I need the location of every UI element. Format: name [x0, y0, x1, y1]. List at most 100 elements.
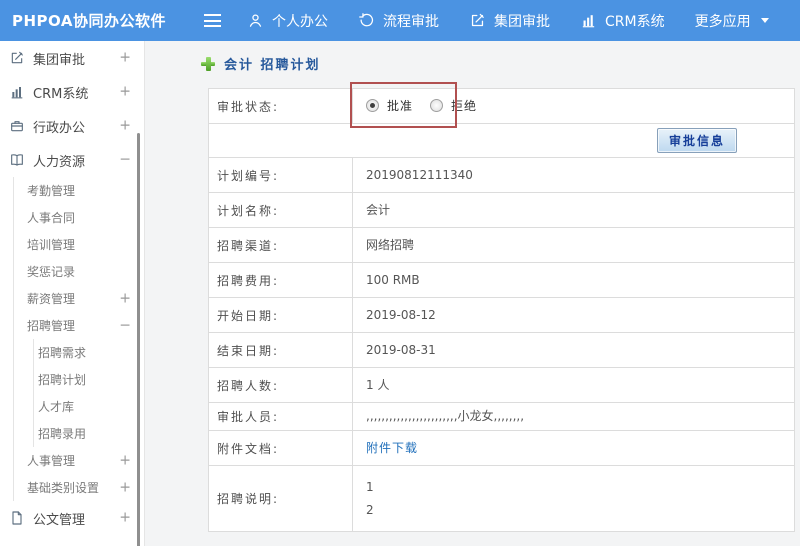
nav-crm-system[interactable]: CRM系统 [580, 11, 665, 31]
edit-icon [469, 12, 486, 29]
field-label: 附件文档: [209, 431, 353, 465]
sidebar-item-document[interactable]: 公文管理 + [0, 501, 144, 535]
field-label: 审批状态: [209, 89, 353, 123]
field-label: 计划编号: [209, 158, 353, 192]
sidebar-item-label: 集团审批 [33, 52, 86, 68]
plus-icon [201, 56, 215, 71]
field-value: 2019-08-31 [366, 342, 436, 357]
field-value: 100 RMB [366, 272, 420, 287]
top-nav: 个人办公 流程审批 集团审批 CRM系统 更多应用 [247, 11, 799, 31]
attachment-download-link[interactable]: 附件下载 [366, 437, 418, 460]
book-icon [9, 152, 25, 168]
sidebar-item-label: 培训管理 [27, 238, 76, 252]
sidebar-item-label: 招聘录用 [38, 427, 87, 441]
sidebar-item-crm[interactable]: CRM系统 + [0, 75, 144, 109]
table-row: 招聘人数: 1 人 [209, 368, 794, 403]
menu-toggle-icon[interactable] [204, 14, 221, 27]
sidebar-item-label: 人力资源 [33, 154, 86, 170]
field-label: 结束日期: [209, 333, 353, 367]
sidebar-item-recruit-demand[interactable]: 招聘需求 [0, 339, 144, 366]
nav-personal-office[interactable]: 个人办公 [247, 11, 328, 31]
nav-more-apps[interactable]: 更多应用 [695, 11, 769, 31]
sidebar-item-label: 人事管理 [27, 454, 76, 468]
top-header: PHPOA协同办公软件 个人办公 流程审批 集团审批 CRM系统 更多应用 [0, 0, 800, 41]
bar-chart-icon [580, 12, 597, 29]
nav-label: 集团审批 [494, 13, 550, 30]
table-row: 计划编号: 20190812111340 [209, 158, 794, 193]
sidebar-item-training[interactable]: 培训管理 [0, 231, 144, 258]
sidebar-item-label: 公文管理 [33, 512, 86, 528]
sidebar-menu: 集团审批 + CRM系统 + 行政办公 + 人力资源 − 考勤管理人事合同培训管理奖惩记录薪资管… [0, 41, 144, 546]
sidebar-item-talent-pool[interactable]: 人才库 [0, 393, 144, 420]
app-logo: PHPOA协同办公软件 [12, 12, 166, 30]
sidebar-item-label: 考勤管理 [27, 184, 76, 198]
table-row: 结束日期: 2019-08-31 [209, 333, 794, 368]
sidebar-item-attendance[interactable]: 考勤管理 [0, 177, 144, 204]
sidebar-item-salary[interactable]: 薪资管理 + [0, 285, 144, 312]
nav-workflow-approval[interactable]: 流程审批 [358, 11, 439, 31]
sidebar-item-personnel[interactable]: 人事管理 + [0, 447, 144, 474]
expand-icon[interactable]: + [119, 480, 131, 494]
radio-circle-icon[interactable] [366, 99, 379, 113]
expand-icon[interactable]: + [119, 85, 131, 99]
nav-label: 个人办公 [272, 13, 328, 30]
sidebar-item-vehicle[interactable]: 用车管理+ [0, 535, 144, 546]
breadcrumb: 会计 招聘计划 [201, 54, 321, 73]
field-label: 招聘费用: [209, 263, 353, 297]
sidebar-item-label: 招聘管理 [27, 319, 76, 333]
sidebar-item-recruit-plan[interactable]: 招聘计划 [0, 366, 144, 393]
expand-icon[interactable]: + [119, 51, 131, 65]
sidebar-item-recruit[interactable]: 招聘管理 − [0, 312, 144, 339]
field-value: 2019-08-12 [366, 307, 436, 322]
field-value: 网络招聘 [366, 237, 415, 252]
field-label: 计划名称: [209, 193, 353, 227]
main-content: 会计 招聘计划 审批状态: 批准 拒绝 审批信息 计划编号: 20190812111… [146, 41, 800, 546]
status-options: 批准 拒绝 [353, 89, 794, 123]
sidebar-item-group-approval[interactable]: 集团审批 + [0, 41, 144, 75]
nav-label: CRM系统 [605, 13, 665, 30]
collapse-icon[interactable]: − [119, 318, 131, 332]
field-label: 开始日期: [209, 298, 353, 332]
field-label: 招聘渠道: [209, 228, 353, 262]
sidebar-item-recruit-hire[interactable]: 招聘录用 [0, 420, 144, 447]
sidebar-item-label: 基础类别设置 [27, 481, 100, 495]
field-value: 附件下载 [353, 431, 794, 465]
table-row: 开始日期: 2019-08-12 [209, 298, 794, 333]
sidebar-item-label: 薪资管理 [27, 292, 76, 306]
sidebar-item-hr[interactable]: 人力资源 − [0, 143, 144, 177]
sidebar-item-label: 行政办公 [33, 120, 86, 136]
sidebar-item-hr-contract[interactable]: 人事合同 [0, 204, 144, 231]
sidebar-item-label: 人才库 [38, 400, 75, 414]
field-label: 审批人员: [209, 403, 353, 430]
status-row: 审批状态: 批准 拒绝 [209, 82, 794, 128]
expand-icon[interactable]: + [119, 453, 131, 467]
field-value: 1 2 [366, 479, 374, 517]
radio-reject[interactable]: 拒绝 [430, 95, 477, 118]
table-row: 招聘说明: 1 2 [209, 466, 794, 531]
approve-info-row: 审批信息 [209, 124, 794, 158]
history-icon [358, 12, 375, 29]
field-value: ,,,,,,,,,,,,,,,,,,,,,,,,小龙女,,,,,,,, [366, 409, 525, 424]
sidebar-item-label: CRM系统 [33, 86, 89, 102]
sidebar-item-base-category[interactable]: 基础类别设置 + [0, 474, 144, 501]
expand-icon[interactable]: + [119, 511, 131, 525]
sidebar-scrollbar[interactable] [137, 133, 140, 546]
expand-icon[interactable]: + [119, 291, 131, 305]
collapse-icon[interactable]: − [119, 153, 131, 167]
approve-info-button[interactable]: 审批信息 [656, 128, 737, 153]
expand-icon[interactable]: + [119, 119, 131, 133]
sidebar-item-label: 招聘计划 [38, 373, 87, 387]
form-panel: 审批状态: 批准 拒绝 审批信息 计划编号: 20190812111340 计划名称:… [208, 82, 795, 532]
sidebar-item-admin-office[interactable]: 行政办公 + [0, 109, 144, 143]
field-value: 会计 [366, 202, 391, 217]
sidebar-item-label: 奖惩记录 [27, 265, 76, 279]
sidebar-item-rewards[interactable]: 奖惩记录 [0, 258, 144, 285]
radio-label: 拒绝 [451, 98, 478, 113]
table-row: 计划名称: 会计 [209, 193, 794, 228]
edit-square-icon [9, 50, 25, 66]
radio-approve[interactable]: 批准 [366, 95, 413, 118]
nav-group-approval[interactable]: 集团审批 [469, 11, 550, 31]
radio-circle-icon[interactable] [430, 99, 444, 113]
page-title: 会计 招聘计划 [224, 58, 321, 73]
caret-down-icon [760, 18, 769, 23]
